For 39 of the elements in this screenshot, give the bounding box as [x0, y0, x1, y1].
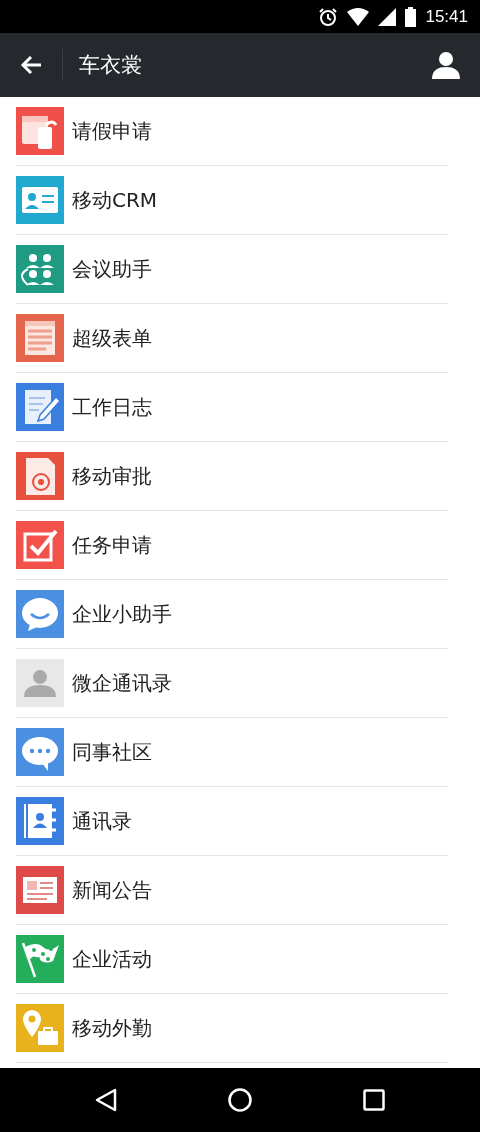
app-name: 同事社区 — [72, 738, 152, 766]
back-arrow-icon — [20, 55, 42, 75]
app-name: 新闻公告 — [72, 876, 152, 904]
app-name: 超级表单 — [72, 324, 152, 352]
app-list-item[interactable]: 任务申请 — [16, 511, 448, 580]
app-name: 通讯录 — [72, 807, 132, 835]
app-list-item[interactable]: 微企通讯录 — [16, 649, 448, 718]
app-name: 工作日志 — [72, 393, 152, 421]
app-list-item[interactable]: 移动外勤 — [16, 994, 448, 1063]
home-circle-icon — [228, 1088, 252, 1112]
wifi-icon — [347, 7, 370, 26]
app-list-item[interactable]: 新闻公告 — [16, 856, 448, 925]
app-name: 企业小助手 — [72, 600, 172, 628]
app-list-item[interactable]: 超级表单 — [16, 304, 448, 373]
recents-square-icon — [362, 1089, 385, 1111]
app-list-item[interactable]: 请假申请 — [16, 97, 448, 166]
back-triangle-icon — [95, 1088, 118, 1112]
app-list-item[interactable]: 企业小助手 — [16, 580, 448, 649]
app-name: 微企通讯录 — [72, 669, 172, 697]
app-name: 请假申请 — [72, 117, 152, 145]
signal-icon — [378, 7, 397, 26]
app-list-item[interactable]: 移动审批 — [16, 442, 448, 511]
battery-icon — [405, 6, 417, 27]
app-name: 移动审批 — [72, 462, 152, 490]
person-icon — [432, 51, 460, 79]
app-list-item[interactable]: 工作日志 — [16, 373, 448, 442]
app-name: 会议助手 — [72, 255, 152, 283]
status-time: 15:41 — [425, 6, 468, 27]
app-name: 移动CRM — [72, 186, 158, 214]
app-list-item[interactable]: 同事社区 — [16, 718, 448, 787]
app-name: 企业活动 — [72, 945, 152, 973]
app-list-item[interactable]: 通讯录 — [16, 787, 448, 856]
app-list-item[interactable]: 移动CRM — [16, 166, 448, 235]
app-bar-title: 车衣裳 — [79, 52, 142, 79]
app-list-item[interactable]: 企业活动 — [16, 925, 448, 994]
app-name: 移动外勤 — [72, 1014, 152, 1042]
alarm-icon — [318, 6, 339, 27]
app-list-item[interactable]: 会议助手 — [16, 235, 448, 304]
app-name: 任务申请 — [72, 531, 152, 559]
